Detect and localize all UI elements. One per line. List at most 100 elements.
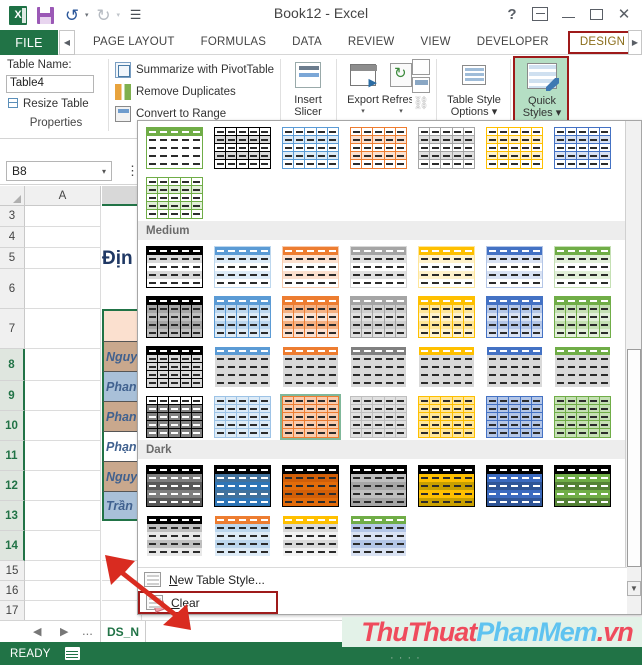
tab-file[interactable]: FILE (0, 30, 58, 55)
tab-view[interactable]: VIEW (408, 30, 464, 55)
table-style-thumb-medium-green-full[interactable] (552, 394, 613, 440)
tab-page-layout[interactable]: PAGE LAYOUT (80, 30, 188, 55)
clear-menu-item[interactable]: Clear (138, 591, 278, 614)
table-style-thumb-dark-gray2[interactable] (348, 463, 409, 509)
properties-small-icon[interactable] (412, 59, 430, 75)
tab-scroll-right-icon[interactable]: ▶ (628, 30, 642, 55)
quick-styles-button[interactable]: Quick Styles ▾ (513, 56, 569, 126)
table-style-thumb-light-darkblue[interactable] (552, 125, 613, 171)
tab-data[interactable]: DATA (279, 30, 335, 55)
table-style-thumb-medium-darkblue[interactable] (484, 244, 545, 290)
table-style-thumb-light-orange[interactable] (348, 125, 409, 171)
table-style-thumb-medium-gray2-full[interactable] (348, 394, 409, 440)
insert-slicer-button[interactable]: Insert Slicer (285, 58, 331, 118)
table-style-thumb-light-yellow[interactable] (484, 125, 545, 171)
table-style-thumb-medium-gray-col[interactable] (348, 294, 409, 340)
table-name-input[interactable]: Table4 (6, 75, 94, 93)
row-header-15[interactable]: 15 (0, 561, 25, 581)
cell-B16[interactable] (102, 581, 142, 601)
tab-developer[interactable]: DEVELOPER (464, 30, 562, 55)
table-style-thumb-dark-yellow-light[interactable] (280, 513, 341, 559)
table-style-thumb-dark-darkblue[interactable] (484, 463, 545, 509)
unlink-icon[interactable]: ⛓ (412, 95, 430, 111)
tab-review[interactable]: REVIEW (335, 30, 408, 55)
record-macro-icon[interactable] (64, 647, 80, 660)
table-style-thumb-medium-blue-col[interactable] (212, 294, 273, 340)
table-style-thumb-medium-orange-full[interactable] (280, 394, 341, 440)
row-header-5[interactable]: 5 (0, 248, 25, 269)
table-cell-B11[interactable]: Phan (102, 401, 142, 431)
row-header-11[interactable]: 11 (0, 441, 25, 471)
name-box-dropdown-icon[interactable]: ▾ (102, 167, 106, 176)
remove-duplicates-button[interactable]: Remove Duplicates (115, 81, 274, 103)
table-cell-B13[interactable]: Nguy (102, 461, 142, 491)
zoom-slider[interactable]: · · · · (390, 652, 421, 664)
table-style-thumb-medium-orange-b[interactable] (280, 344, 341, 390)
minimize-button[interactable] (554, 2, 582, 26)
table-style-thumb-medium-blue-full[interactable] (212, 394, 273, 440)
row-header-7[interactable]: 7 (0, 309, 25, 349)
table-style-thumb-dark-green-light[interactable] (348, 513, 409, 559)
tab-formulas[interactable]: FORMULAS (188, 30, 280, 55)
row-header-14[interactable]: 14 (0, 531, 25, 561)
table-style-thumb-medium-yellow-b[interactable] (416, 344, 477, 390)
ribbon-display-options-icon[interactable] (526, 2, 554, 26)
table-style-thumb-light-blue[interactable] (280, 125, 341, 171)
row-header-4[interactable]: 4 (0, 227, 25, 248)
table-style-thumb-dark-orange-light[interactable] (212, 513, 273, 559)
sheet-nav-more-icon[interactable]: ... (82, 623, 93, 638)
column-header-a[interactable]: A (25, 186, 101, 206)
cell-A14[interactable] (25, 531, 101, 561)
gallery-scrollbar-thumb[interactable] (627, 349, 641, 567)
table-style-thumb-dark-gray[interactable] (144, 463, 205, 509)
table-style-thumb-medium-black-b[interactable] (144, 344, 205, 390)
table-style-thumb-light-green-header[interactable] (144, 125, 205, 171)
table-style-thumb-medium-darkblue-full[interactable] (484, 394, 545, 440)
gallery-scrollbar[interactable]: ▼ (625, 121, 641, 614)
row-header-6[interactable]: 6 (0, 269, 25, 309)
table-style-thumb-medium-yellow[interactable] (416, 244, 477, 290)
table-style-thumb-medium-orange-col[interactable] (280, 294, 341, 340)
quick-styles-inner[interactable]: Quick Styles ▾ (518, 59, 566, 119)
cell-A4[interactable] (25, 227, 101, 248)
table-style-thumb-medium-orange[interactable] (280, 244, 341, 290)
row-header-9[interactable]: 9 (0, 381, 25, 411)
table-style-thumb-medium-gray[interactable] (348, 244, 409, 290)
table-style-options-button[interactable]: Table Style Options ▾ (441, 58, 507, 118)
table-style-thumb-medium-black[interactable] (144, 244, 205, 290)
cell-B17[interactable] (102, 601, 142, 620)
row-header-16[interactable]: 16 (0, 581, 25, 601)
tab-scroll-left-icon[interactable]: ◀ (59, 30, 75, 55)
table-style-thumb-medium-gray-full[interactable] (144, 394, 205, 440)
cell-A16[interactable] (25, 581, 101, 601)
table-style-thumb-medium-blue-b[interactable] (212, 344, 273, 390)
table-style-thumb-light-green2[interactable] (144, 175, 205, 221)
table-style-thumb-dark-orange[interactable] (280, 463, 341, 509)
help-button[interactable]: ? (498, 2, 526, 26)
table-cell-B10[interactable]: Phan (102, 371, 142, 401)
cell-A7[interactable] (25, 309, 101, 349)
table-style-thumb-medium-gray-b[interactable] (348, 344, 409, 390)
cell-B14[interactable] (102, 531, 142, 561)
gallery-scroll-down-icon[interactable]: ▼ (627, 581, 641, 596)
table-style-thumb-dark-yellow[interactable] (416, 463, 477, 509)
sheet-tab-ds-n[interactable]: DS_N (100, 621, 147, 643)
row-header-8[interactable]: 8 (0, 349, 25, 381)
column-header-b[interactable] (102, 186, 142, 206)
table-style-thumb-medium-darkblue-col[interactable] (484, 294, 545, 340)
table-header-cell-B8[interactable] (102, 309, 142, 341)
new-table-style-menu-item[interactable]: New Table Style... (138, 568, 627, 591)
table-style-thumb-medium-yellow-col[interactable] (416, 294, 477, 340)
table-style-thumb-dark-black-light[interactable] (144, 513, 205, 559)
cell-B15[interactable] (102, 561, 142, 581)
sheet-nav-prev-icon[interactable]: ◀ (33, 625, 41, 638)
cell-A6[interactable] (25, 269, 101, 309)
table-style-thumb-medium-green-b[interactable] (552, 344, 613, 390)
table-style-thumb-medium-blue[interactable] (212, 244, 273, 290)
cell-A3[interactable] (25, 206, 101, 227)
table-cell-B9[interactable]: Nguy (102, 341, 142, 371)
table-style-thumb-medium-green[interactable] (552, 244, 613, 290)
close-button[interactable]: ✕ (610, 2, 638, 26)
row-header-17[interactable]: 17 (0, 601, 25, 620)
table-cell-B14[interactable]: Trần (102, 491, 142, 521)
